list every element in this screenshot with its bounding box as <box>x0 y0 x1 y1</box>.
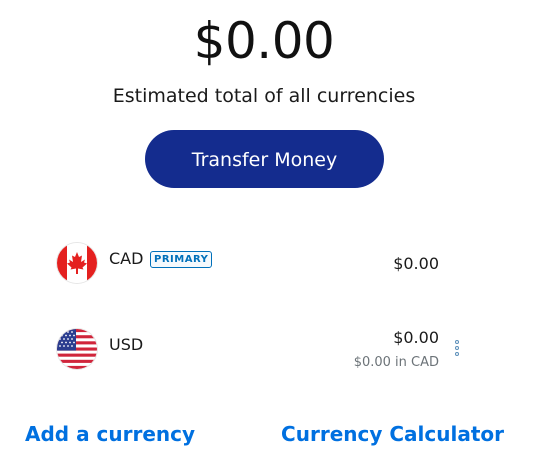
currency-code: USD <box>109 335 144 354</box>
more-options-icon[interactable] <box>451 340 463 362</box>
balance-total: $0.00 <box>193 12 335 70</box>
add-currency-link[interactable]: Add a currency <box>25 421 195 447</box>
currency-code: CAD <box>109 249 144 268</box>
canada-flag-icon <box>57 243 97 283</box>
currency-row-usd[interactable]: USD $0.00 $0.00 in CAD <box>0 318 534 378</box>
converted-amount: $0.00 in CAD <box>353 355 439 370</box>
balance-caption: Estimated total of all currencies <box>112 85 416 107</box>
currency-row-cad[interactable]: CAD PRIMARY $0.00 <box>0 234 534 294</box>
currency-amount: $0.00 <box>393 328 439 347</box>
primary-badge: PRIMARY <box>150 251 213 268</box>
currency-calculator-link[interactable]: Currency Calculator <box>281 421 504 447</box>
currency-amount: $0.00 <box>393 254 439 273</box>
transfer-money-button[interactable]: Transfer Money <box>145 130 384 188</box>
usa-flag-icon <box>57 329 97 369</box>
